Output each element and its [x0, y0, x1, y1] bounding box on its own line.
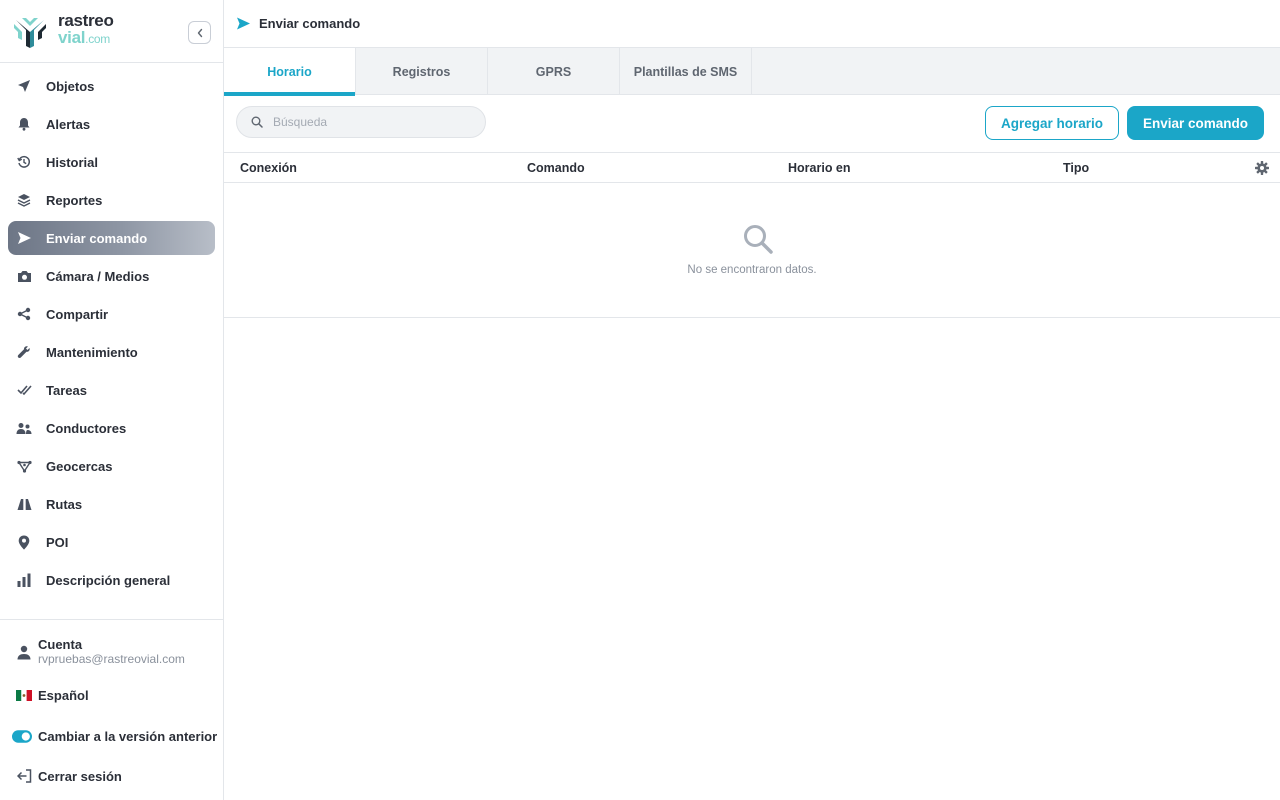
- sidebar-item-objetos[interactable]: Objetos: [8, 69, 215, 103]
- main-content: Enviar comando Horario Registros GPRS Pl…: [224, 0, 1280, 800]
- sidebar-item-label: Reportes: [46, 192, 103, 208]
- sidebar-item-enviar-comando[interactable]: Enviar comando: [8, 221, 215, 255]
- logout-item[interactable]: Cerrar sesión: [0, 765, 223, 787]
- sidebar-item-poi[interactable]: POI: [8, 525, 215, 559]
- sidebar-item-label: Cámara / Medios: [46, 268, 150, 284]
- language-item[interactable]: Español: [0, 684, 223, 706]
- sidebar-item-label: Compartir: [46, 306, 109, 322]
- column-header-horario-en[interactable]: Horario en: [788, 153, 851, 183]
- column-header-tipo[interactable]: Tipo: [1063, 153, 1089, 183]
- mexico-flag-icon: [16, 687, 32, 703]
- send-command-button[interactable]: Enviar comando: [1127, 106, 1264, 140]
- sidebar-item-label: Historial: [46, 154, 99, 170]
- sidebar-item-label: Geocercas: [46, 458, 113, 474]
- sidebar-item-label: Alertas: [46, 116, 91, 132]
- account-title: Cuenta: [38, 637, 83, 652]
- history-icon: [16, 154, 32, 170]
- sidebar-item-historial[interactable]: Historial: [8, 145, 215, 179]
- brand-line2: vial.com: [58, 28, 110, 47]
- bell-icon: [16, 116, 32, 132]
- page-header: Enviar comando: [224, 0, 1280, 48]
- users-icon: [16, 420, 32, 436]
- sidebar-footer: Cuenta rvpruebas@rastreovial.com Español…: [0, 619, 223, 787]
- legacy-version-label: Cambiar a la versión anterior: [38, 728, 218, 744]
- sidebar-item-camara-medios[interactable]: Cámara / Medios: [8, 259, 215, 293]
- sidebar-item-mantenimiento[interactable]: Mantenimiento: [8, 335, 215, 369]
- sidebar-item-label: Mantenimiento: [46, 344, 138, 360]
- wrench-icon: [16, 344, 32, 360]
- sidebar-item-label: POI: [46, 534, 69, 550]
- sidebar-item-geocercas[interactable]: Geocercas: [8, 449, 215, 483]
- tab-plantillas-sms[interactable]: Plantillas de SMS: [620, 48, 752, 95]
- sidebar-item-label: Tareas: [46, 382, 87, 398]
- send-icon: [237, 17, 250, 30]
- sidebar-item-rutas[interactable]: Rutas: [8, 487, 215, 521]
- tab-gprs[interactable]: GPRS: [488, 48, 620, 95]
- sidebar-item-compartir[interactable]: Compartir: [8, 297, 215, 331]
- tab-bar: Horario Registros GPRS Plantillas de SMS: [224, 48, 1280, 96]
- sidebar-item-label: Enviar comando: [46, 230, 148, 246]
- share-icon: [16, 306, 32, 322]
- sidebar-item-label: Objetos: [46, 78, 95, 94]
- add-schedule-button[interactable]: Agregar horario: [985, 106, 1119, 140]
- empty-message: No se encontraron datos.: [687, 264, 817, 276]
- account-email: rvpruebas@rastreovial.com: [38, 652, 185, 666]
- map-pin-icon: [16, 534, 32, 550]
- brand-wordmark: rastreo vial.com: [58, 12, 114, 48]
- user-icon: [16, 644, 32, 660]
- double-check-icon: [16, 382, 32, 398]
- logout-icon: [16, 768, 32, 784]
- sidebar-item-alertas[interactable]: Alertas: [8, 107, 215, 141]
- sidebar-item-label: Rutas: [46, 496, 83, 512]
- layers-icon: [16, 192, 32, 208]
- chevron-left-icon: [197, 28, 202, 37]
- search-box[interactable]: [236, 106, 486, 138]
- send-icon: [16, 230, 32, 246]
- empty-state: No se encontraron datos.: [224, 183, 1280, 318]
- sidebar-item-label: Descripción general: [46, 572, 171, 588]
- column-header-conexion[interactable]: Conexión: [240, 153, 297, 183]
- sidebar-item-conductores[interactable]: Conductores: [8, 411, 215, 445]
- language-label: Español: [38, 687, 89, 703]
- camera-icon: [16, 268, 32, 284]
- tab-registros[interactable]: Registros: [356, 48, 488, 95]
- page-title: Enviar comando: [259, 16, 361, 31]
- sidebar-item-reportes[interactable]: Reportes: [8, 183, 215, 217]
- search-icon: [251, 116, 263, 128]
- sidebar-nav: Objetos Alertas Historial Reportes Envia…: [0, 63, 223, 597]
- legacy-version-toggle[interactable]: Cambiar a la versión anterior: [0, 725, 223, 747]
- collapse-sidebar-button[interactable]: [188, 21, 211, 44]
- sidebar-item-label: Conductores: [46, 420, 127, 436]
- geofence-icon: [16, 458, 32, 474]
- logo-area: rastreo vial.com: [0, 0, 223, 63]
- gear-icon[interactable]: [1254, 160, 1270, 176]
- tab-horario[interactable]: Horario: [224, 48, 356, 96]
- toggle-switch-icon: [12, 728, 32, 744]
- location-arrow-icon: [16, 78, 32, 94]
- logout-label: Cerrar sesión: [38, 768, 122, 784]
- brand-line2-text: vial: [58, 28, 86, 47]
- search-icon: [744, 225, 773, 254]
- toolbar: Agregar horario Enviar comando: [224, 95, 1280, 153]
- account-item[interactable]: Cuenta rvpruebas@rastreovial.com: [0, 620, 223, 684]
- brand-logo-icon: [14, 18, 46, 48]
- column-header-comando[interactable]: Comando: [527, 153, 585, 183]
- brand-line2-suffix: .com: [85, 32, 110, 46]
- bar-chart-icon: [16, 572, 32, 588]
- sidebar: rastreo vial.com Objetos Alertas Histori…: [0, 0, 224, 800]
- road-icon: [16, 496, 32, 512]
- search-input[interactable]: [273, 115, 473, 129]
- table-header: Conexión Comando Horario en Tipo: [224, 153, 1280, 183]
- account-label: Cuenta rvpruebas@rastreovial.com: [38, 637, 185, 667]
- brand-line1: rastreo: [58, 11, 114, 30]
- sidebar-item-tareas[interactable]: Tareas: [8, 373, 215, 407]
- sidebar-item-descripcion-general[interactable]: Descripción general: [8, 563, 215, 597]
